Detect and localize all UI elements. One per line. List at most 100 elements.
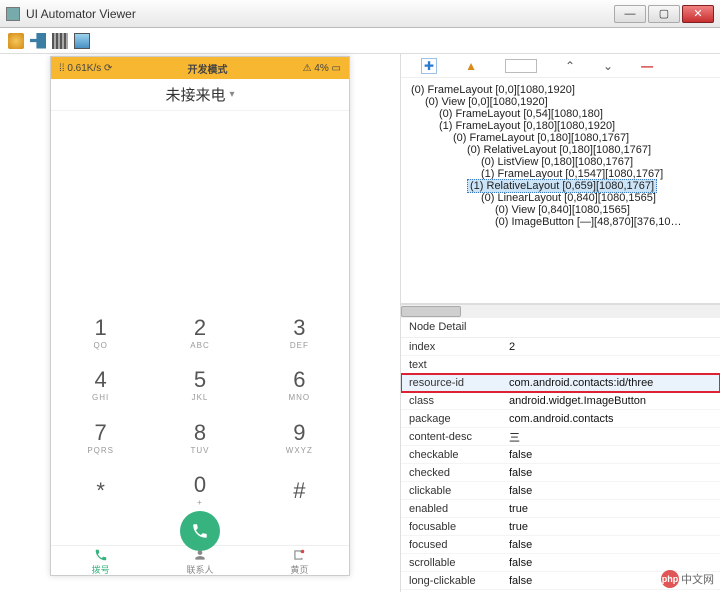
open-folder-icon[interactable]	[8, 33, 24, 49]
device-dump-icon[interactable]	[52, 33, 68, 49]
detail-row-clickable[interactable]: clickablefalse	[401, 482, 720, 500]
window-title: UI Automator Viewer	[26, 7, 136, 21]
dial-digit: 5	[194, 369, 206, 391]
dial-subtext: MNO	[288, 393, 310, 402]
node-detail-table[interactable]: index2textresource-idcom.android.contact…	[401, 338, 720, 592]
tree-node[interactable]: (1) RelativeLayout [0,659][1080,1767]	[411, 180, 714, 192]
detail-row-resource-id[interactable]: resource-idcom.android.contacts:id/three	[401, 374, 720, 392]
nav-item-1[interactable]: 联系人	[150, 546, 249, 577]
detail-row-content-desc[interactable]: content-desc三	[401, 428, 720, 446]
screenshot-pane: ⁞⁞ 0.61K/s ⟳ 开发模式 ⚠ 4% ▭ 未接来电 ▾ 1QO2ABC3…	[0, 54, 400, 592]
detail-value: com.android.contacts:id/three	[509, 377, 712, 389]
window-titlebar: UI Automator Viewer — ▢ ✕	[0, 0, 720, 28]
detail-row-checkable[interactable]: checkablefalse	[401, 446, 720, 464]
detail-key: resource-id	[409, 377, 509, 389]
detail-value: true	[509, 521, 712, 533]
detail-value: 三	[509, 429, 712, 445]
dial-key-#[interactable]: #	[250, 465, 349, 518]
dial-digit: 0	[194, 474, 206, 496]
detail-row-enabled[interactable]: enabledtrue	[401, 500, 720, 518]
nav-item-2[interactable]: 黄页	[250, 546, 349, 577]
horizontal-scrollbar[interactable]	[401, 304, 720, 318]
nav-icon	[292, 548, 306, 562]
detail-value: false	[509, 557, 712, 569]
detail-key: focusable	[409, 521, 509, 533]
node-detail-header: Node Detail	[401, 318, 720, 338]
status-left: ⁞⁞ 0.61K/s ⟳	[59, 63, 112, 74]
save-icon[interactable]	[74, 33, 90, 49]
header-text: 未接来电	[165, 84, 225, 105]
detail-row-focusable[interactable]: focusabletrue	[401, 518, 720, 536]
tree-node[interactable]: (0) FrameLayout [0,0][1080,1920]	[411, 84, 714, 96]
dial-digit: 2	[194, 317, 206, 339]
call-row	[51, 517, 349, 545]
dial-key-5[interactable]: 5JKL	[150, 360, 249, 413]
dial-key-0[interactable]: 0+	[150, 465, 249, 518]
phone-icon	[191, 522, 209, 540]
dial-subtext: GHI	[92, 393, 109, 402]
tree-node[interactable]: (0) ListView [0,180][1080,1767]	[411, 156, 714, 168]
move-down-icon[interactable]: ⌄	[603, 59, 613, 73]
tree-node[interactable]: (0) View [0,0][1080,1920]	[411, 96, 714, 108]
detail-row-focused[interactable]: focusedfalse	[401, 536, 720, 554]
tree-node[interactable]: (0) RelativeLayout [0,180][1080,1767]	[411, 144, 714, 156]
dial-key-6[interactable]: 6MNO	[250, 360, 349, 413]
device-screenshot-icon[interactable]	[30, 33, 46, 49]
remove-icon[interactable]: —	[641, 59, 653, 73]
detail-row-checked[interactable]: checkedfalse	[401, 464, 720, 482]
phone-header[interactable]: 未接来电 ▾	[51, 79, 349, 111]
filter-input[interactable]	[505, 59, 537, 73]
detail-key: class	[409, 395, 509, 407]
minimize-button[interactable]: —	[614, 5, 646, 23]
detail-value: false	[509, 485, 712, 497]
dial-key-8[interactable]: 8TUV	[150, 412, 249, 465]
close-button[interactable]: ✕	[682, 5, 714, 23]
tree-node[interactable]: (0) View [0,840][1080,1565]	[411, 204, 714, 216]
tree-node[interactable]: (0) FrameLayout [0,54][1080,180]	[411, 108, 714, 120]
detail-row-index[interactable]: index2	[401, 338, 720, 356]
dial-key-9[interactable]: 9WXYZ	[250, 412, 349, 465]
nav-label: 黄页	[290, 563, 308, 576]
dial-subtext: DEF	[290, 341, 309, 350]
dial-digit: 3	[293, 317, 305, 339]
nav-icon	[94, 548, 108, 562]
detail-row-package[interactable]: packagecom.android.contacts	[401, 410, 720, 428]
app-icon	[6, 7, 20, 21]
expand-all-icon[interactable]: ✚	[421, 58, 437, 74]
tree-node[interactable]: (0) FrameLayout [0,180][1080,1767]	[411, 132, 714, 144]
dial-key-7[interactable]: 7PQRS	[51, 412, 150, 465]
tree-node[interactable]: (0) LinearLayout [0,840][1080,1565]	[411, 192, 714, 204]
tree-node[interactable]: (0) ImageButton [—][48,870][376,10…	[411, 216, 714, 228]
maximize-button[interactable]: ▢	[648, 5, 680, 23]
nav-item-0[interactable]: 拨号	[51, 546, 150, 577]
detail-key: focused	[409, 539, 509, 551]
detail-key: content-desc	[409, 431, 509, 443]
dial-subtext: PQRS	[87, 446, 114, 455]
tree-node[interactable]: (1) FrameLayout [0,180][1080,1920]	[411, 120, 714, 132]
hierarchy-tree[interactable]: (0) FrameLayout [0,0][1080,1920](0) View…	[401, 78, 720, 304]
detail-value: false	[509, 449, 712, 461]
dial-digit: #	[293, 480, 305, 502]
tree-toolbar: ✚ ▲ ⌃ ⌄ —	[401, 54, 720, 78]
status-center: 开发模式	[112, 61, 302, 76]
detail-key: clickable	[409, 485, 509, 497]
dial-digit: 1	[95, 317, 107, 339]
warning-icon[interactable]: ▲	[465, 59, 477, 73]
detail-value: com.android.contacts	[509, 413, 712, 425]
detail-row-class[interactable]: classandroid.widget.ImageButton	[401, 392, 720, 410]
dial-digit: 4	[95, 369, 107, 391]
watermark: php 中文网	[661, 570, 714, 588]
nav-icon	[193, 548, 207, 562]
dial-key-4[interactable]: 4 GHI	[51, 360, 150, 413]
move-up-icon[interactable]: ⌃	[565, 59, 575, 73]
phone-body	[51, 111, 349, 307]
dial-key-*[interactable]: *	[51, 465, 150, 518]
detail-value: true	[509, 503, 712, 515]
dial-key-3[interactable]: 3 DEF	[250, 307, 349, 360]
bottom-nav: 拨号联系人黄页	[51, 545, 349, 577]
detail-row-text[interactable]: text	[401, 356, 720, 374]
dial-key-1[interactable]: 1QO	[51, 307, 150, 360]
dial-key-2[interactable]: 2ABC	[150, 307, 249, 360]
window-controls: — ▢ ✕	[612, 5, 714, 23]
call-button[interactable]	[180, 511, 220, 551]
